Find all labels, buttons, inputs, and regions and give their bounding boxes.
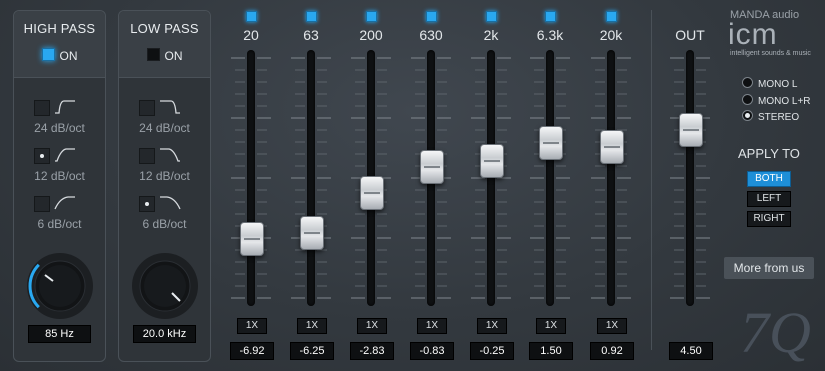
model-logo: 7Q bbox=[740, 300, 811, 364]
high-pass-slope-6-label: 6 dB/oct bbox=[37, 217, 82, 231]
low-pass-slope-24-radio[interactable] bbox=[139, 100, 155, 116]
low-pass-slope-6-radio[interactable] bbox=[139, 196, 155, 212]
low-pass-frequency-readout[interactable]: 20.0 kHz bbox=[133, 325, 196, 343]
knob-icon[interactable] bbox=[130, 251, 200, 321]
fader-track[interactable] bbox=[546, 50, 554, 306]
high-pass-slope-12-label: 12 dB/oct bbox=[34, 169, 85, 183]
high-pass-on-led[interactable] bbox=[41, 48, 55, 61]
lowpass-medium-icon bbox=[160, 148, 180, 162]
band-multiplier-button[interactable]: 1X bbox=[357, 318, 387, 334]
low-pass-slope-24-label: 24 dB/oct bbox=[139, 121, 190, 135]
mode-stereo-label: STEREO bbox=[758, 112, 800, 123]
mode-stereo[interactable]: STEREO bbox=[742, 110, 799, 123]
fader-track[interactable] bbox=[487, 50, 495, 306]
low-pass-title: LOW PASS bbox=[130, 21, 199, 36]
mode-mono-lr-label: MONO L+R bbox=[758, 96, 811, 107]
highpass-steep-icon bbox=[55, 100, 75, 114]
eq-band-63: 63 1X -6.25 bbox=[281, 0, 341, 371]
mode-mono-lr-radio[interactable] bbox=[742, 94, 753, 105]
band-multiplier-button[interactable]: 1X bbox=[477, 318, 507, 334]
mode-mono-l-label: MONO L bbox=[758, 79, 798, 90]
high-pass-panel: HIGH PASS ON 24 dB/oct 12 dB/oct 6 dB/oc… bbox=[13, 10, 106, 362]
fader-thumb[interactable] bbox=[600, 130, 624, 165]
high-pass-slope-6-radio[interactable] bbox=[34, 196, 50, 212]
apply-to-title: APPLY TO bbox=[738, 146, 800, 161]
band-gain-readout[interactable]: 0.92 bbox=[590, 342, 634, 360]
band-gain-readout[interactable]: -0.25 bbox=[470, 342, 514, 360]
highpass-medium-icon bbox=[55, 148, 75, 162]
manda-audio-logo: MANDA audio icm intelligent sounds & mus… bbox=[728, 9, 811, 57]
mode-mono-l[interactable]: MONO L bbox=[742, 77, 797, 90]
fader-thumb[interactable] bbox=[420, 150, 444, 185]
high-pass-slope-12-radio[interactable] bbox=[34, 148, 50, 164]
low-pass-frequency-knob[interactable] bbox=[130, 251, 200, 321]
band-multiplier-button[interactable]: 1X bbox=[237, 318, 267, 334]
band-multiplier-button[interactable]: 1X bbox=[297, 318, 327, 334]
low-pass-slope-12-label: 12 dB/oct bbox=[139, 169, 190, 183]
band-gain-readout[interactable]: -6.92 bbox=[230, 342, 274, 360]
apply-left-button[interactable]: LEFT bbox=[747, 191, 791, 207]
fader-track[interactable] bbox=[607, 50, 615, 306]
band-gain-readout[interactable]: -6.25 bbox=[290, 342, 334, 360]
fader-track[interactable] bbox=[307, 50, 315, 306]
eq-band-20: 20 1X -6.92 bbox=[221, 0, 281, 371]
fader-track[interactable] bbox=[686, 50, 694, 306]
band-gain-readout[interactable]: -0.83 bbox=[410, 342, 454, 360]
high-pass-frequency-knob[interactable] bbox=[25, 251, 95, 321]
mode-mono-lr[interactable]: MONO L+R bbox=[742, 94, 811, 107]
lowpass-gentle-icon bbox=[160, 196, 181, 210]
fader-thumb[interactable] bbox=[679, 113, 703, 148]
high-pass-slope-24-radio[interactable] bbox=[34, 100, 50, 116]
more-from-us-button[interactable]: More from us bbox=[724, 257, 814, 279]
knob-icon[interactable] bbox=[25, 251, 95, 321]
high-pass-title: HIGH PASS bbox=[23, 21, 96, 36]
band-multiplier-button[interactable]: 1X bbox=[597, 318, 627, 334]
low-pass-slope-6-label: 6 dB/oct bbox=[142, 217, 187, 231]
low-pass-on-toggle[interactable]: ON bbox=[119, 48, 210, 63]
eq-band-200: 200 1X -2.83 bbox=[341, 0, 401, 371]
apply-right-button[interactable]: RIGHT bbox=[747, 211, 791, 227]
mode-stereo-radio[interactable] bbox=[742, 110, 753, 121]
mode-mono-l-radio[interactable] bbox=[742, 77, 753, 88]
fader-track[interactable] bbox=[247, 50, 255, 306]
high-pass-on-label: ON bbox=[59, 49, 78, 63]
fader-thumb[interactable] bbox=[539, 126, 563, 161]
fader-thumb[interactable] bbox=[480, 143, 504, 178]
low-pass-on-label: ON bbox=[164, 49, 183, 63]
fader-thumb[interactable] bbox=[300, 215, 324, 250]
low-pass-on-led[interactable] bbox=[146, 48, 160, 61]
fader-thumb[interactable] bbox=[240, 222, 264, 257]
low-pass-panel: LOW PASS ON 24 dB/oct 12 dB/oct 6 dB/oct… bbox=[118, 10, 211, 362]
highpass-gentle-icon bbox=[54, 196, 75, 210]
model-name-text: 7Q bbox=[740, 300, 811, 364]
band-gain-readout[interactable]: 1.50 bbox=[529, 342, 573, 360]
eq-band-6-3k: 6.3k 1X 1.50 bbox=[520, 0, 580, 371]
apply-both-button[interactable]: BOTH bbox=[747, 171, 791, 187]
band-multiplier-button[interactable]: 1X bbox=[417, 318, 447, 334]
high-pass-frequency-readout[interactable]: 85 Hz bbox=[28, 325, 91, 343]
high-pass-slope-24-label: 24 dB/oct bbox=[34, 121, 85, 135]
output-fader: OUT 4.50 bbox=[660, 0, 720, 371]
high-pass-on-toggle[interactable]: ON bbox=[14, 48, 105, 63]
lowpass-steep-icon bbox=[160, 100, 180, 114]
band-multiplier-button[interactable]: 1X bbox=[536, 318, 566, 334]
eq-band-2k: 2k 1X -0.25 bbox=[461, 0, 521, 371]
eq-band-630: 630 1X -0.83 bbox=[401, 0, 461, 371]
eq-band-20k: 20k 1X 0.92 bbox=[581, 0, 641, 371]
band-gain-readout[interactable]: -2.83 bbox=[350, 342, 394, 360]
brand-logo-text: icm bbox=[728, 18, 778, 51]
brand-tagline-text: intelligent sounds & music bbox=[730, 50, 811, 57]
low-pass-slope-12-radio[interactable] bbox=[139, 148, 155, 164]
output-gain-readout[interactable]: 4.50 bbox=[669, 342, 713, 360]
section-divider bbox=[651, 10, 652, 350]
fader-thumb[interactable] bbox=[360, 176, 384, 211]
